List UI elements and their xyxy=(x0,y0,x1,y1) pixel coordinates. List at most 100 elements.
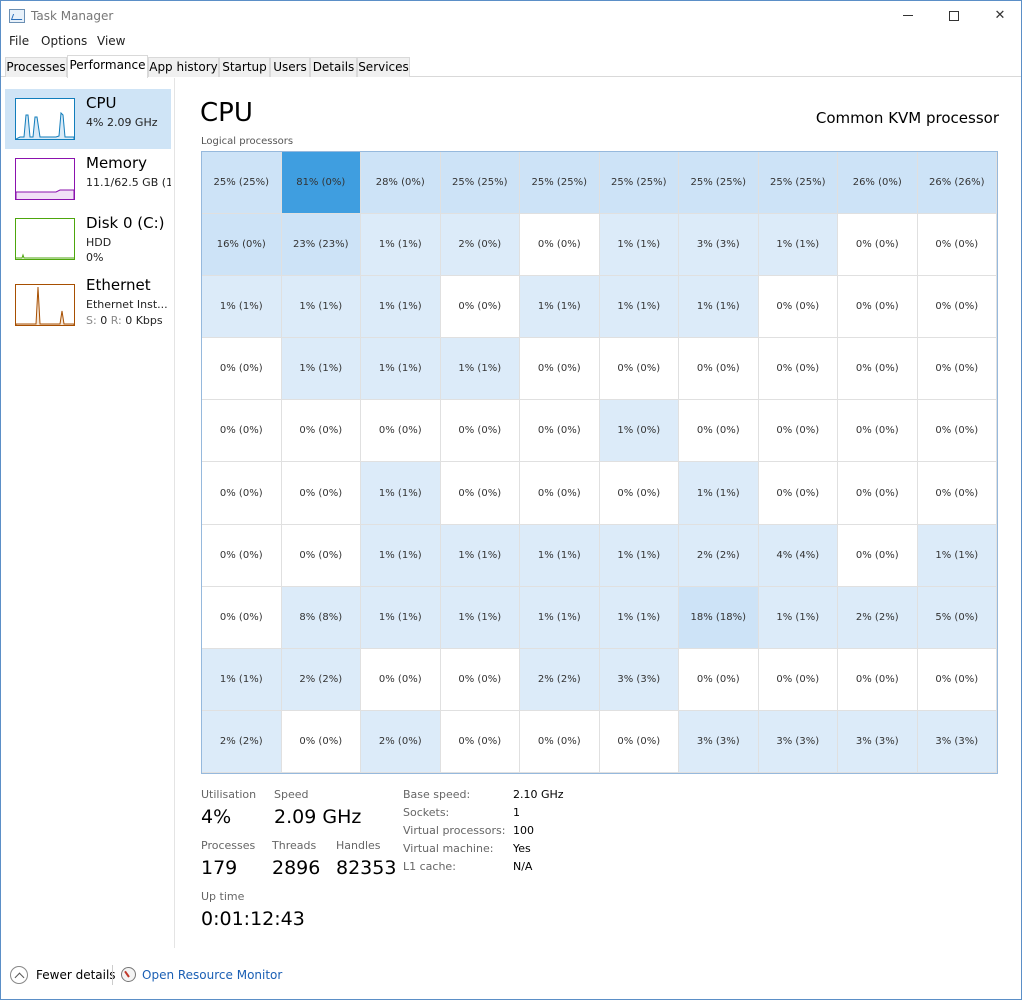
logical-processor-cell: 28% (0%) xyxy=(361,152,441,215)
tab-users[interactable]: Users xyxy=(270,57,310,77)
logical-processor-cell: 1% (1%) xyxy=(758,214,838,277)
minimize-button[interactable] xyxy=(885,1,931,31)
processes-label: Processes xyxy=(201,839,256,852)
logical-processor-cell: 2% (2%) xyxy=(838,586,918,649)
send-value: 0 xyxy=(100,314,108,327)
logical-processor-cell: 2% (2%) xyxy=(679,524,759,587)
logical-processors-grid[interactable]: 25% (25%) 81% (0%) 28% (0%) 25% (25%) 25% (2… xyxy=(201,151,998,774)
logical-processor-cell: 0% (0%) xyxy=(281,710,361,773)
sidebar-item-cpu[interactable]: CPU 4% 2.09 GHz xyxy=(5,89,171,149)
logical-processor-cell: 0% (0%) xyxy=(440,648,520,711)
logical-processor-cell: 1% (1%) xyxy=(440,524,520,587)
window-title: Task Manager xyxy=(31,9,114,23)
base-speed-value: 2.10 GHz xyxy=(513,788,564,801)
logical-processors-label: Logical processors xyxy=(201,136,294,147)
close-icon: ✕ xyxy=(994,8,1006,23)
menu-options[interactable]: Options xyxy=(41,34,87,48)
logical-processor-cell: 0% (0%) xyxy=(758,400,838,463)
minimize-icon xyxy=(903,15,913,16)
logical-processor-cell: 81% (0%) xyxy=(281,152,361,215)
logical-processor-cell: 0% (0%) xyxy=(202,524,282,587)
footer: Fewer details Open Resource Monitor xyxy=(1,951,1021,999)
sidebar-item-name: Disk 0 (C:) xyxy=(86,214,165,232)
logical-processor-cell: 25% (25%) xyxy=(679,152,759,215)
logical-processor-cell: 0% (0%) xyxy=(838,338,918,401)
logical-processor-cell: 3% (3%) xyxy=(838,710,918,773)
title-bar: Task Manager ✕ xyxy=(1,1,1021,31)
logical-processor-cell: 0% (0%) xyxy=(440,400,520,463)
tab-services[interactable]: Services xyxy=(357,57,410,77)
tab-startup[interactable]: Startup xyxy=(219,57,270,77)
sidebar-item-detail: HDD xyxy=(86,236,112,249)
task-manager-window: Task Manager ✕ File Options View Process… xyxy=(0,0,1022,1000)
speed-label: Speed xyxy=(274,788,309,801)
logical-processor-cell: 0% (0%) xyxy=(917,214,997,277)
tab-details[interactable]: Details xyxy=(310,57,357,77)
task-manager-icon xyxy=(9,9,25,23)
maximize-icon xyxy=(949,10,959,21)
logical-processor-cell: 0% (0%) xyxy=(917,648,997,711)
uptime-value: 0:01:12:43 xyxy=(201,908,305,930)
logical-processor-cell: 1% (1%) xyxy=(361,524,441,587)
cpu-graph-icon xyxy=(15,98,75,140)
tab-performance[interactable]: Performance xyxy=(67,55,148,78)
logical-processor-cell: 25% (25%) xyxy=(440,152,520,215)
sidebar-item-name: Ethernet xyxy=(86,276,151,294)
logical-processor-cell: 0% (0%) xyxy=(917,400,997,463)
logical-processor-cell: 1% (1%) xyxy=(202,276,282,339)
logical-processor-cell: 0% (0%) xyxy=(599,338,679,401)
logical-processor-cell: 0% (0%) xyxy=(520,338,600,401)
chevron-up-icon[interactable] xyxy=(10,966,28,984)
logical-processor-cell: 1% (1%) xyxy=(679,276,759,339)
ethernet-graph-icon xyxy=(15,284,75,326)
logical-processor-cell: 1% (1%) xyxy=(361,276,441,339)
fewer-details-button[interactable]: Fewer details xyxy=(36,968,116,982)
sockets-label: Sockets: xyxy=(403,806,450,819)
logical-processor-cell: 1% (1%) xyxy=(440,338,520,401)
logical-processor-cell: 8% (8%) xyxy=(281,586,361,649)
logical-processor-cell: 1% (1%) xyxy=(758,586,838,649)
logical-processor-cell: 25% (25%) xyxy=(202,152,282,215)
logical-processor-cell: 0% (0%) xyxy=(202,586,282,649)
logical-processor-cell: 5% (0%) xyxy=(917,586,997,649)
handles-value: 82353 xyxy=(336,857,397,879)
menu-view[interactable]: View xyxy=(97,34,125,48)
logical-processor-cell: 16% (0%) xyxy=(202,214,282,277)
maximize-button[interactable] xyxy=(931,1,977,31)
logical-processor-cell: 1% (1%) xyxy=(361,214,441,277)
open-resource-monitor-link[interactable]: Open Resource Monitor xyxy=(142,968,282,982)
logical-processor-cell: 0% (0%) xyxy=(758,276,838,339)
page-title: CPU xyxy=(200,98,253,128)
logical-processor-cell: 0% (0%) xyxy=(202,462,282,525)
sidebar-item-memory[interactable]: Memory 11.1/62.5 GB (18%) xyxy=(5,149,171,209)
processor-model: Common KVM processor xyxy=(815,109,999,127)
logical-processor-cell: 1% (1%) xyxy=(520,586,600,649)
logical-processor-cell: 1% (1%) xyxy=(440,586,520,649)
tab-processes[interactable]: Processes xyxy=(5,57,67,77)
sidebar-item-name: CPU xyxy=(86,94,117,112)
sidebar-item-name: Memory xyxy=(86,154,148,172)
resource-monitor-icon[interactable] xyxy=(121,967,136,982)
logical-processor-cell: 1% (1%) xyxy=(361,586,441,649)
send-label: S: xyxy=(86,314,97,327)
logical-processor-cell: 3% (3%) xyxy=(679,214,759,277)
logical-processor-cell: 2% (2%) xyxy=(520,648,600,711)
sidebar-item-disk[interactable]: Disk 0 (C:) HDD 0% xyxy=(5,209,171,269)
logical-processor-cell: 1% (1%) xyxy=(599,586,679,649)
logical-processor-cell: 4% (4%) xyxy=(758,524,838,587)
cpu-panel: CPU Common KVM processor Logical process… xyxy=(176,78,1021,948)
utilisation-value: 4% xyxy=(201,806,232,828)
logical-processor-cell: 0% (0%) xyxy=(202,338,282,401)
logical-processor-cell: 1% (0%) xyxy=(599,400,679,463)
tab-app-history[interactable]: App history xyxy=(148,57,219,77)
l1-cache-value: N/A xyxy=(513,860,533,873)
base-speed-label: Base speed: xyxy=(403,788,471,801)
menu-file[interactable]: File xyxy=(9,34,29,48)
logical-processor-cell: 0% (0%) xyxy=(917,338,997,401)
logical-processor-cell: 0% (0%) xyxy=(520,710,600,773)
close-button[interactable]: ✕ xyxy=(977,1,1022,31)
logical-processor-cell: 0% (0%) xyxy=(679,338,759,401)
logical-processor-cell: 0% (0%) xyxy=(361,400,441,463)
sidebar-item-detail: 11.1/62.5 GB (18%) xyxy=(86,176,171,189)
sidebar-item-ethernet[interactable]: Ethernet Ethernet Inst... S: 0 R: 0 Kbps xyxy=(5,275,171,335)
